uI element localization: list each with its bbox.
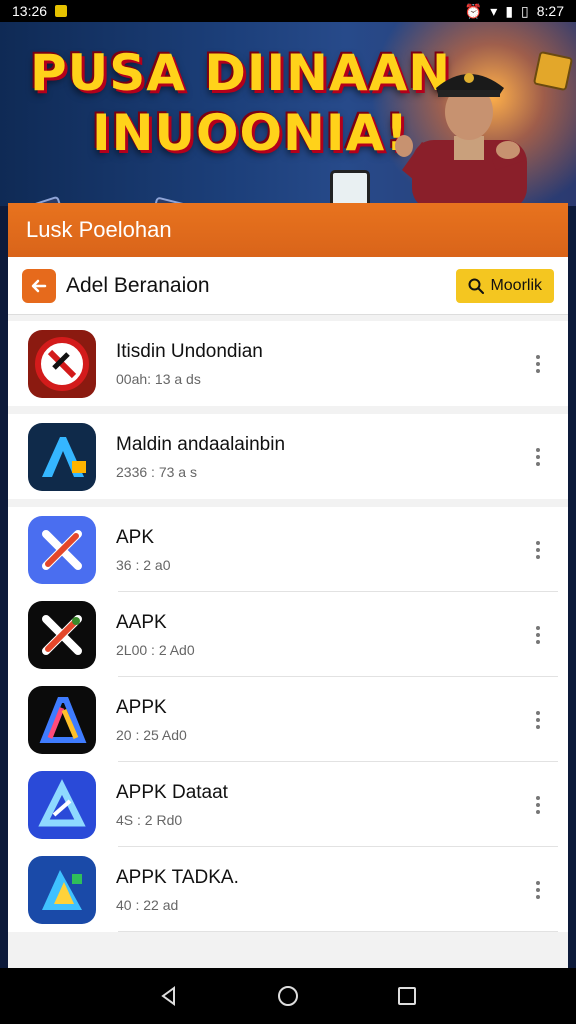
list-item[interactable]: Maldin andaalainbin 2336 : 73 a s (8, 414, 568, 499)
app-meta: 20 : 25 Ad0 (116, 726, 187, 743)
search-icon (468, 278, 485, 294)
signal-icon: ▮ (505, 2, 514, 19)
arrow-left-icon (31, 279, 47, 292)
app-meta: 40 : 22 ad (116, 896, 179, 913)
app-name: APPK TADKA. (116, 866, 239, 888)
toolbar-title: Adel Beranaion (66, 273, 210, 297)
app-list-panel: Lusk Poelohan Adel Beranaion Moorlik Iti… (8, 203, 568, 968)
alarm-icon: ⏰ (464, 2, 483, 19)
more-options-icon[interactable] (528, 354, 548, 373)
app-meta: 4S : 2 Rd0 (116, 811, 183, 828)
more-options-icon[interactable] (528, 795, 548, 814)
phone-illustration (330, 170, 370, 206)
app-name: APK (116, 526, 155, 548)
list-item[interactable]: Itisdin Undondian 00ah: 13 a ds (8, 321, 568, 406)
list-item[interactable]: APPK Dataat 4S : 2 Rd0 (8, 762, 568, 847)
app-name: Maldin andaalainbin (116, 433, 286, 455)
more-options-icon[interactable] (528, 447, 548, 466)
status-time-left: 13:26 (12, 3, 48, 19)
battery-icon: ▯ (521, 2, 529, 19)
app-meta: 36 : 2 a0 (116, 556, 171, 573)
panel-header: Lusk Poelohan (8, 203, 568, 257)
navigation-bar (0, 968, 576, 1024)
more-options-icon[interactable] (528, 540, 548, 559)
back-nav-icon[interactable] (158, 985, 180, 1007)
app-name: Itisdin Undondian (116, 340, 263, 362)
app-group: Itisdin Undondian 00ah: 13 a ds (8, 321, 568, 406)
list-item[interactable]: APK 36 : 2 a0 (8, 507, 568, 592)
wifi-icon: ▾ (490, 2, 498, 19)
app-icon (28, 515, 96, 584)
app-meta: 2L00 : 2 Ad0 (116, 641, 195, 658)
app-group: APK 36 : 2 a0 AAPK 2L00 : 2 Ad0 APPK 20 … (8, 507, 568, 932)
more-options-icon[interactable] (528, 625, 548, 644)
banner-title-line1: PUSA DIINAAN (30, 44, 452, 102)
banner-title-line2: INUOONIA! (92, 104, 410, 162)
app-name: APPK Dataat (116, 781, 228, 803)
notification-icon (55, 5, 68, 17)
home-nav-icon[interactable] (277, 985, 299, 1007)
search-button-label: Moorlik (490, 276, 542, 294)
recents-nav-icon[interactable] (396, 985, 418, 1007)
app-icon (28, 329, 96, 398)
app-group: Maldin andaalainbin 2336 : 73 a s (8, 414, 568, 499)
app-icon (28, 855, 96, 924)
search-button[interactable]: Moorlik (456, 268, 554, 303)
app-name: APPK (116, 696, 167, 718)
toolbar: Adel Beranaion Moorlik (8, 257, 568, 315)
app-icon (28, 600, 96, 669)
list-item[interactable]: AAPK 2L00 : 2 Ad0 (8, 592, 568, 677)
app-icon (28, 422, 96, 491)
back-button[interactable] (22, 268, 56, 303)
status-time-right: 8:27 (536, 3, 564, 19)
promo-banner[interactable]: PUSA DIINAAN INUOONIA! (0, 22, 576, 206)
app-meta: 00ah: 13 a ds (116, 370, 201, 387)
app-icon (28, 770, 96, 839)
app-name: AAPK (116, 611, 167, 633)
list-item[interactable]: APPK 20 : 25 Ad0 (8, 677, 568, 762)
more-options-icon[interactable] (528, 880, 548, 899)
more-options-icon[interactable] (528, 710, 548, 729)
app-icon (28, 685, 96, 754)
panel-title: Lusk Poelohan (26, 217, 172, 242)
officer-illustration (395, 73, 527, 206)
app-meta: 2336 : 73 a s (116, 463, 197, 480)
list-item[interactable]: APPK TADKA. 40 : 22 ad (8, 847, 568, 932)
status-bar: 13:26 ⏰ ▾ ▮ ▯ 8:27 (0, 0, 576, 22)
